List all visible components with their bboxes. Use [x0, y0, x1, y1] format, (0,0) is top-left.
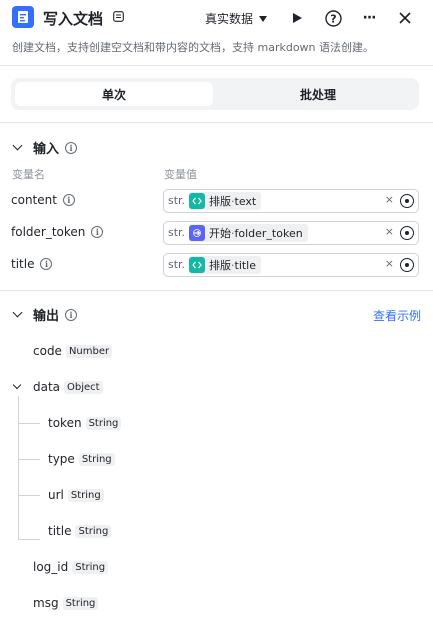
doc-badge-icon	[113, 11, 124, 22]
ref-field: text	[234, 194, 257, 208]
output-item-code: code Number	[33, 344, 113, 358]
ref-source: 排版	[209, 259, 231, 272]
param-label: content	[11, 193, 57, 207]
output-type-badge: String	[78, 452, 115, 466]
tab-single[interactable]: 单次	[15, 82, 213, 106]
data-mode-label: 真实数据	[205, 12, 254, 26]
caret-down-icon	[259, 15, 268, 22]
param-label: folder_token	[11, 225, 86, 239]
tree-connector	[18, 539, 40, 540]
output-item-type: type String	[48, 452, 115, 466]
ref-source: 排版	[209, 195, 231, 208]
document-glyph-icon	[18, 11, 28, 23]
variable-ref-chip[interactable]: 开始 · folder_token	[189, 224, 308, 242]
output-item-title: title String	[48, 524, 112, 538]
tabs-divider	[0, 122, 433, 123]
node-title: 写入文档	[43, 10, 104, 28]
variable-picker-icon[interactable]	[400, 194, 414, 208]
output-type-badge: String	[67, 488, 104, 502]
info-icon: i	[62, 194, 75, 206]
clear-icon[interactable]: ×	[385, 257, 394, 270]
variable-ref-chip[interactable]: 排版 · title	[189, 256, 262, 274]
output-item-url: url String	[48, 488, 104, 502]
chevron-down-icon	[12, 140, 23, 151]
code-icon	[189, 193, 205, 209]
view-example-link[interactable]: 查看示例	[373, 307, 421, 324]
data-mode-dropdown[interactable]: 真实数据	[205, 10, 268, 27]
output-type-badge: String	[85, 416, 122, 430]
tree-connector	[18, 495, 40, 496]
column-header-name: 变量名	[12, 168, 45, 181]
close-button[interactable]	[395, 8, 415, 28]
output-type-badge: String	[62, 596, 99, 610]
start-icon	[189, 225, 205, 241]
param-name-content: content i	[11, 193, 75, 207]
folder-token-value-field[interactable]: str. 开始 · folder_token ×	[163, 221, 419, 245]
mode-tabs: 单次 批处理	[11, 78, 419, 110]
play-icon	[293, 13, 302, 23]
header-divider	[0, 65, 433, 66]
more-button[interactable]: ···	[359, 8, 379, 28]
input-section-toggle[interactable]: 输入 i	[12, 138, 78, 157]
param-name-folder-token: folder_token i	[11, 225, 104, 239]
output-name: url	[48, 488, 64, 502]
node-description: 创建文档，支持创建空文档和带内容的文档，支持 markdown 语法创建。	[12, 41, 375, 54]
document-app-icon	[12, 6, 34, 28]
output-name: token	[48, 416, 82, 430]
output-section-title: 输出	[33, 309, 60, 324]
close-icon	[399, 12, 411, 24]
ref-source: 开始	[209, 227, 231, 240]
tree-connector	[18, 396, 19, 540]
output-item-log-id: log_id String	[33, 560, 109, 574]
svg-text:?: ?	[330, 12, 336, 25]
column-header-value: 变量值	[164, 168, 197, 181]
type-tag: str.	[168, 194, 186, 207]
output-section-toggle[interactable]: 输出 i	[12, 305, 78, 324]
help-icon: ?	[324, 9, 342, 27]
type-tag: str.	[168, 258, 186, 271]
clear-icon[interactable]: ×	[385, 225, 394, 238]
output-type-badge: String	[72, 560, 109, 574]
variable-ref-chip[interactable]: 排版 · text	[189, 192, 262, 210]
chevron-down-icon	[12, 307, 23, 318]
output-item-msg: msg String	[33, 596, 99, 610]
output-item-token: token String	[48, 416, 122, 430]
tree-connector	[18, 423, 40, 424]
tree-connector	[18, 459, 40, 460]
info-icon: i	[40, 258, 53, 270]
section-divider	[0, 290, 433, 291]
clear-icon[interactable]: ×	[385, 193, 394, 206]
output-type-badge: Object	[64, 380, 103, 394]
variable-picker-icon[interactable]	[400, 258, 414, 272]
param-label: title	[11, 257, 35, 271]
code-icon	[189, 257, 205, 273]
run-button[interactable]	[287, 8, 307, 28]
ref-field: folder_token	[234, 226, 303, 240]
info-icon: i	[65, 141, 78, 154]
output-name: code	[33, 344, 62, 358]
output-name: log_id	[33, 560, 69, 574]
tab-batch[interactable]: 批处理	[221, 82, 415, 106]
chevron-down-icon	[12, 380, 22, 390]
output-name: title	[48, 524, 72, 538]
variable-picker-icon[interactable]	[400, 226, 414, 240]
help-button[interactable]: ?	[323, 8, 343, 28]
output-name: type	[48, 452, 75, 466]
output-name: data	[33, 380, 61, 394]
more-icon: ···	[362, 10, 377, 26]
output-item-data[interactable]: data Object	[12, 380, 103, 394]
info-icon: i	[91, 226, 104, 238]
ref-field: title	[234, 258, 257, 272]
output-name: msg	[33, 596, 59, 610]
title-value-field[interactable]: str. 排版 · title ×	[163, 253, 419, 277]
content-value-field[interactable]: str. 排版 · text ×	[163, 189, 419, 213]
input-section-title: 输入	[33, 142, 60, 157]
type-tag: str.	[168, 226, 186, 239]
info-icon: i	[65, 308, 78, 321]
param-name-title: title i	[11, 257, 53, 271]
output-type-badge: Number	[65, 344, 113, 358]
output-type-badge: String	[75, 524, 112, 538]
